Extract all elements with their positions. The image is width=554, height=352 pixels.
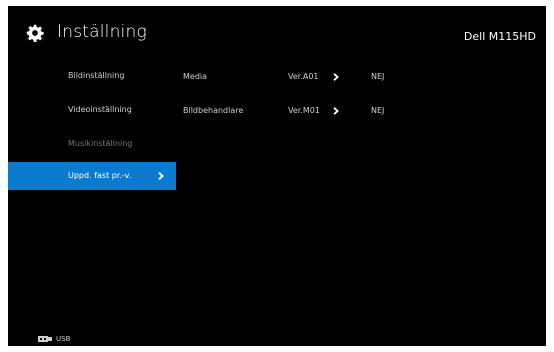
menu-item-firmware-update[interactable]: Uppd. fast pr.-v.	[8, 162, 176, 190]
firmware-name-image-processor: Bildbehandlare	[183, 106, 244, 115]
chevron-right-icon	[158, 172, 164, 180]
firmware-action-image-processor[interactable]: NEJ	[371, 106, 384, 115]
menu-item-label: Bildinställning	[68, 71, 125, 80]
menu-item-picture-settings[interactable]: Bildinställning	[8, 62, 176, 90]
firmware-version-media: Ver.A01	[288, 72, 319, 81]
menu-item-video-settings[interactable]: Videoinställning	[8, 96, 176, 124]
usb-icon	[38, 336, 52, 342]
menu-item-label: Videoinställning	[68, 105, 132, 114]
menu-item-label: Musikinställning	[68, 139, 133, 148]
firmware-action-media[interactable]: NEJ	[371, 72, 384, 81]
model-name: Dell M115HD	[463, 30, 536, 43]
firmware-name-media: Media	[183, 72, 208, 81]
chevron-right-icon[interactable]	[332, 107, 340, 115]
firmware-version-image-processor: Ver.M01	[288, 106, 320, 115]
menu-item-label: Uppd. fast pr.-v.	[68, 171, 132, 180]
menu-item-music-settings[interactable]: Musikinställning	[8, 130, 176, 158]
page-title: Inställning	[57, 22, 147, 42]
source-label: USB	[56, 335, 71, 343]
osd-screen: Inställning Dell M115HD Bildinställning …	[8, 6, 546, 346]
gear-icon	[26, 24, 44, 42]
chevron-right-icon[interactable]	[332, 73, 340, 81]
